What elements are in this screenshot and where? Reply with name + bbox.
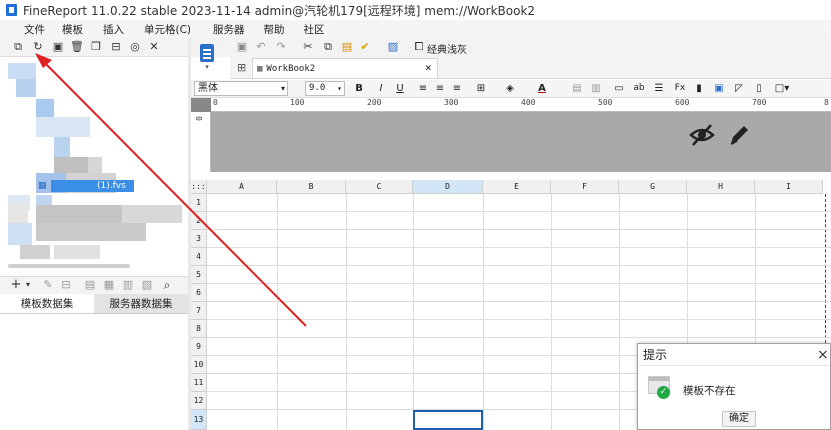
success-check-icon: ✓ <box>657 386 670 399</box>
alert-dialog: 提示 × ✓ 模板不存在 确定 <box>637 343 831 430</box>
dialog-message: 模板不存在 <box>683 385 736 397</box>
dialog-close-icon[interactable]: × <box>817 347 829 363</box>
ok-button[interactable]: 确定 <box>722 411 756 427</box>
dialog-title: 提示 <box>638 344 830 366</box>
